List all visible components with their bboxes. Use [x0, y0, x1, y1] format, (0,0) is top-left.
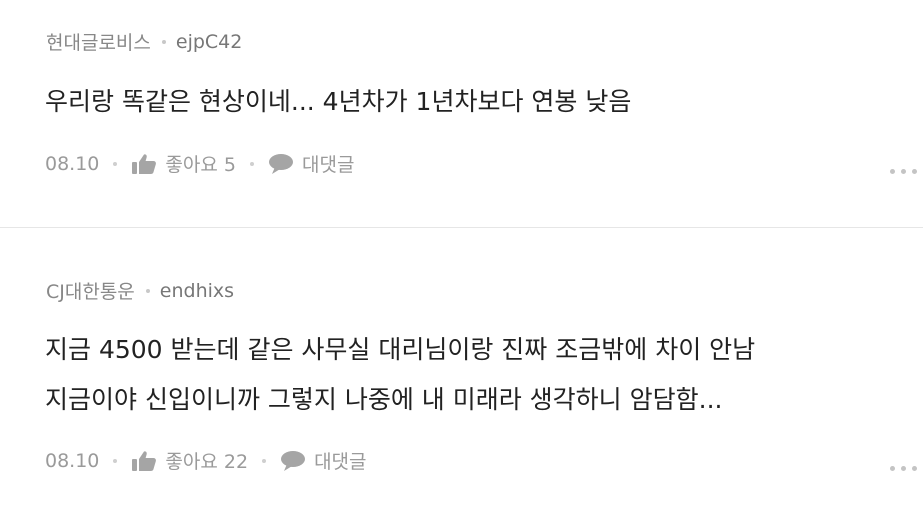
more-dot	[890, 169, 895, 174]
comment-meta: CJ대한통운 endhixs	[46, 277, 234, 304]
like-button[interactable]: 좋아요 22	[131, 447, 248, 474]
comment-item: 현대글로비스 ejpC42 우리랑 똑같은 현상이네... 4년차가 1년차보다…	[0, 0, 923, 228]
reply-button[interactable]: 대댓글	[268, 150, 354, 177]
comment-body: 우리랑 똑같은 현상이네... 4년차가 1년차보다 연봉 낮음	[45, 77, 631, 127]
separator-dot	[113, 161, 118, 166]
speech-bubble-icon	[268, 153, 293, 174]
more-dot	[890, 466, 895, 471]
comment-meta: 현대글로비스 ejpC42	[46, 28, 242, 55]
user-name: ejpC42	[175, 30, 243, 53]
reply-label: 대댓글	[314, 451, 367, 473]
reply-label: 대댓글	[301, 154, 355, 176]
reply-button[interactable]: 대댓글	[280, 447, 367, 474]
comment-actions: 08.10 좋아요 5 대댓글	[45, 150, 354, 177]
speech-bubble-icon	[281, 450, 306, 471]
comment-line: 지금 4500 받는데 같은 사무실 대리님이랑 진짜 조금밖에 차이 안남	[45, 335, 756, 364]
thumbs-up-icon	[132, 153, 157, 174]
separator-dot	[145, 288, 150, 293]
more-dot	[901, 169, 906, 174]
company-name: 현대글로비스	[46, 32, 151, 54]
comment-line: 우리랑 똑같은 현상이네... 4년차가 1년차보다 연봉 낮음	[45, 87, 632, 116]
separator-dot	[161, 39, 166, 44]
more-dot	[901, 466, 906, 471]
separator-dot	[113, 458, 118, 463]
comment-divider	[0, 227, 923, 228]
comment-date: 08.10	[45, 152, 100, 175]
comment-item: CJ대한통운 endhixs 지금 4500 받는데 같은 사무실 대리님이랑 …	[0, 229, 923, 507]
more-dot	[912, 466, 917, 471]
comment-date: 08.10	[45, 449, 100, 472]
company-name: CJ대한통운	[46, 281, 135, 303]
separator-dot	[262, 458, 267, 463]
comment-line: 지금이야 신입이니까 그렇지 나중에 내 미래라 생각하니 암담함...	[45, 385, 723, 414]
more-dot	[912, 169, 917, 174]
more-dots-icon[interactable]	[888, 460, 919, 477]
comment-actions: 08.10 좋아요 22 대댓글	[45, 447, 367, 474]
separator-dot	[249, 161, 254, 166]
like-label: 좋아요 5	[165, 154, 236, 176]
user-name: endhixs	[159, 279, 235, 302]
comment-body: 지금 4500 받는데 같은 사무실 대리님이랑 진짜 조금밖에 차이 안남 지…	[45, 325, 755, 425]
thumbs-up-icon	[132, 450, 157, 471]
like-label: 좋아요 22	[165, 451, 249, 473]
more-dots-icon[interactable]	[888, 163, 919, 180]
like-button[interactable]: 좋아요 5	[131, 150, 236, 177]
